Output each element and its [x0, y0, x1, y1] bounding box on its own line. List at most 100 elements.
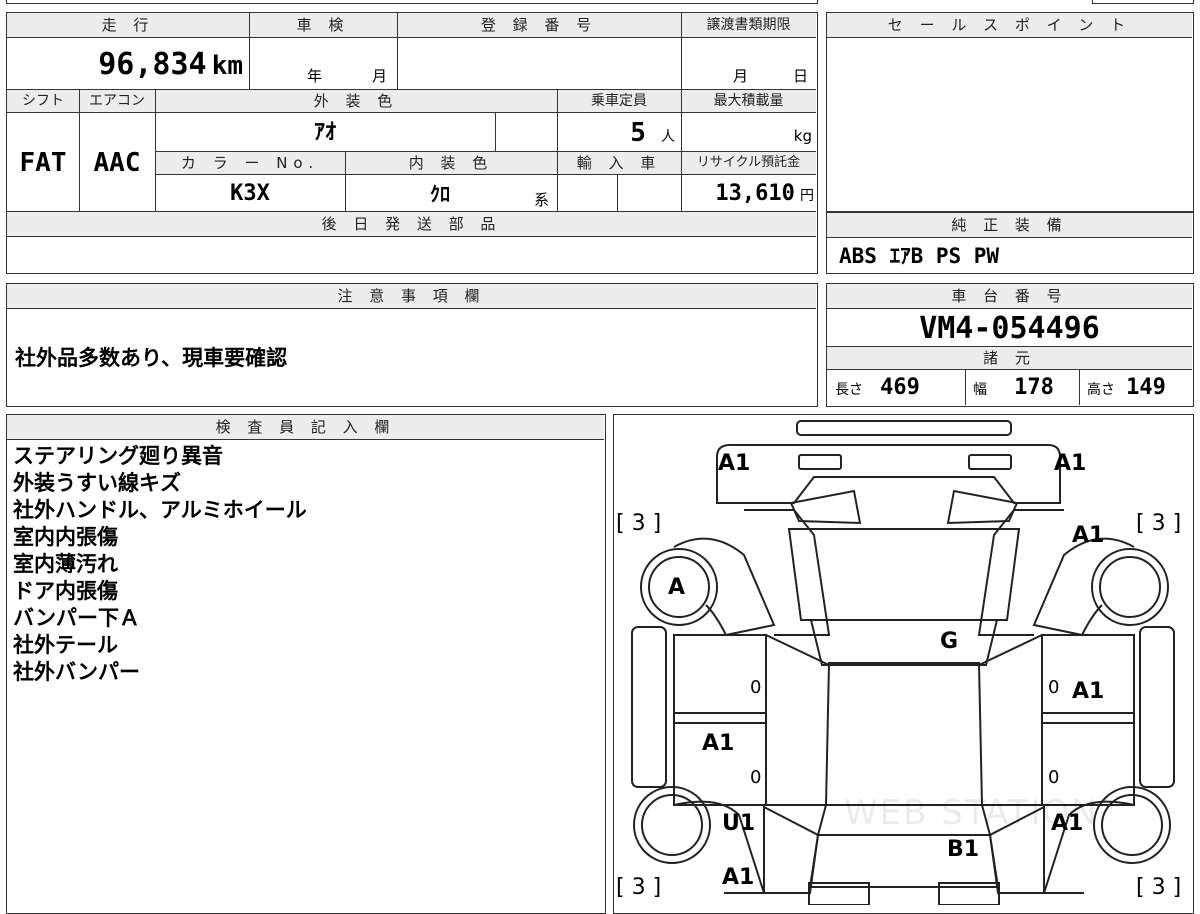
top-cutoff-strip: [6, 0, 818, 4]
exterior-color-label: 外 装 色: [155, 90, 557, 112]
front-bumper: [716, 444, 1061, 504]
map-label-fender-right: A1: [1072, 523, 1105, 548]
inspector-label: 検 査 員 記 入 欄: [7, 415, 604, 439]
odometer-unit: km: [211, 51, 243, 81]
interior-color-value: ｸﾛ: [430, 182, 450, 206]
spec-height: 高さ 149: [1087, 370, 1191, 404]
front-left-fender-outline: [673, 537, 776, 637]
left-side-strip: [631, 626, 667, 788]
inspector-line: バンパー下Ａ: [13, 606, 141, 630]
capacity-number: 5: [630, 118, 646, 148]
spec-height-label: 高さ: [1087, 382, 1115, 398]
interior-color-suffix: 系: [534, 191, 550, 209]
chassis-label: 車 台 番 号: [827, 284, 1192, 308]
right-side-strip: [1139, 626, 1175, 788]
hood: [787, 528, 1021, 621]
inspector-line: ドア内張傷: [13, 579, 118, 603]
inspector-line: 社外バンパー: [13, 660, 141, 684]
sale-points-label: セ ー ル ス ポ イ ン ト: [827, 13, 1192, 37]
spec-length: 長さ 469: [835, 370, 961, 404]
genuine-equipment-box: 純 正 装 備 ABS ｴｱB PS PW: [826, 212, 1194, 274]
genuine-equipment-label: 純 正 装 備: [827, 213, 1192, 237]
capacity-unit: 人: [661, 129, 675, 145]
map-label-tire-rr: [ 3 ]: [1136, 875, 1182, 900]
map-label-door-right-front: A1: [1072, 679, 1105, 704]
inspection-label: 車 検: [249, 13, 397, 37]
rear-left-tire: [633, 786, 711, 864]
odometer-label: 走 行: [7, 13, 249, 37]
max-load-unit: kg: [793, 127, 812, 145]
spec-width: 幅 178: [973, 370, 1079, 404]
spec-height-value: 149: [1126, 375, 1166, 400]
shift-label: シフト: [7, 90, 79, 112]
sale-points-box: セ ー ル ス ポ イ ン ト: [826, 12, 1194, 212]
map-label-rear-fender-left: U1: [722, 811, 756, 836]
trunk: [763, 805, 820, 894]
front-right-tire: [1091, 548, 1169, 626]
map-label-front-right: A1: [1054, 451, 1087, 476]
inspector-line: 社外テール: [13, 633, 118, 657]
later-parts-label: 後 日 発 送 部 品: [7, 212, 816, 236]
map-label-door-left-rear: A1: [702, 731, 735, 756]
front-light-left: [798, 454, 842, 470]
specs-label: 諸 元: [827, 347, 1192, 369]
inspection-year-unit: 年: [307, 67, 323, 85]
deadline-month-unit: 月: [733, 67, 749, 85]
inspector-line: 社外ハンドル、アルミホイール: [13, 498, 307, 522]
map-label-hood: G: [940, 629, 959, 654]
max-load-label: 最大積載量: [681, 90, 816, 112]
color-no-value: K3X: [230, 181, 270, 206]
map-label-front-left: A1: [718, 451, 751, 476]
windshield: [809, 619, 999, 666]
front-bumper-top: [796, 420, 1012, 436]
spec-width-label: 幅: [973, 382, 987, 398]
front-right-fender-outline: [1032, 537, 1135, 637]
recycle-number: 13,610: [715, 181, 795, 206]
inspector-line: ステアリング廻り異音: [13, 444, 223, 468]
map-zero-mark: 0: [750, 677, 762, 698]
map-zero-mark: 0: [750, 767, 762, 788]
map-label-fender-left: A: [668, 575, 686, 600]
map-zero-mark: 0: [1048, 677, 1060, 698]
color-no-label: カ ラ ー No.: [155, 152, 345, 174]
top-cutoff-strip-right: [1092, 0, 1194, 4]
notes-box: 注 意 事 項 欄 社外品多数あり、現車要確認: [6, 283, 818, 407]
interior-color-label: 内 装 色: [345, 152, 557, 174]
front-light-right: [968, 454, 1012, 470]
map-zero-mark: 0: [1048, 767, 1060, 788]
import-label: 輸 入 車: [557, 152, 681, 174]
capacity-value: 5 人: [557, 113, 681, 151]
notes-value: 社外品多数あり、現車要確認: [15, 346, 288, 370]
recycle-label: リサイクル預託金: [681, 152, 816, 174]
aircon-label: エアコン: [79, 90, 155, 112]
watermark: WEB STATION: [844, 793, 1099, 833]
capacity-label: 乗車定員: [557, 90, 681, 112]
rear-right-tire: [1093, 786, 1171, 864]
front-right-tire-inner: [1099, 556, 1161, 618]
genuine-equipment-value: ABS ｴｱB PS PW: [839, 244, 1000, 268]
map-label-tire-fr: [ 3 ]: [1136, 511, 1182, 536]
inspector-line: 室内薄汚れ: [13, 552, 118, 576]
car-map-box: A1 A1 [ 3 ] [ 3 ] A A1 G A1 A1 U1 A1 B1 …: [613, 414, 1194, 914]
deadline-day-unit: 日: [793, 67, 809, 85]
notes-label: 注 意 事 項 欄: [7, 284, 816, 308]
odometer-number: 96,834: [98, 47, 207, 82]
roof: [824, 662, 984, 806]
inspector-line: 室内内張傷: [13, 525, 118, 549]
vehicle-info-table: 走 行 車 検 登 録 番 号 譲渡書類期限 96,834 km 年 月 月 日…: [6, 12, 818, 274]
recycle-unit: 円: [800, 188, 814, 204]
odometer-value: 96,834 km: [7, 39, 247, 89]
registration-label: 登 録 番 号: [397, 13, 681, 37]
inspector-box: 検 査 員 記 入 欄 ステアリング廻り異音 外装うすい線キズ 社外ハンドル、ア…: [6, 414, 606, 914]
inspector-lines: ステアリング廻り異音 外装うすい線キズ 社外ハンドル、アルミホイール 室内内張傷…: [13, 443, 307, 686]
shift-value: FAT: [19, 148, 67, 178]
spec-width-value: 178: [1014, 375, 1054, 400]
recycle-value: 13,610 円: [681, 175, 816, 211]
transfer-deadline-label: 譲渡書類期限: [681, 13, 816, 37]
inspection-month-unit: 月: [372, 67, 388, 85]
map-label-tire-fl: [ 3 ]: [616, 511, 662, 536]
inspector-line: 外装うすい線キズ: [13, 471, 181, 495]
spec-length-label: 長さ: [835, 382, 863, 398]
map-label-rear-left: A1: [722, 865, 755, 890]
map-label-tire-rl: [ 3 ]: [616, 875, 662, 900]
